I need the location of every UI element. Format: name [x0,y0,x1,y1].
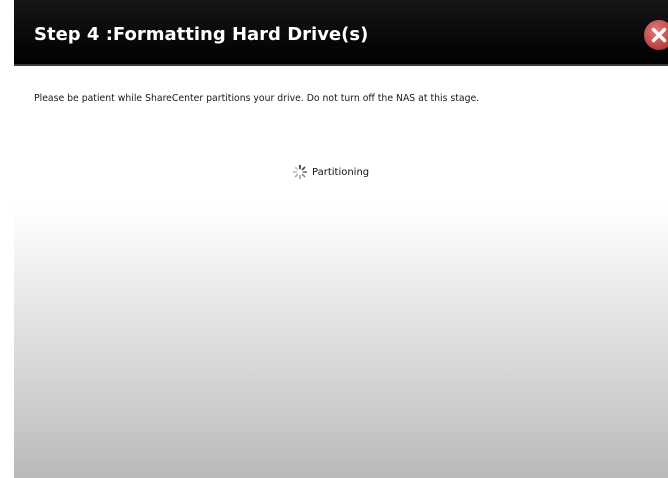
loading-spinner-icon [292,164,308,180]
dialog-title: Step 4 :Formatting Hard Drive(s) [34,24,369,45]
close-icon [651,27,667,43]
close-button[interactable] [644,20,668,50]
instruction-message: Please be patient while ShareCenter part… [34,93,480,104]
status-indicator: Partitioning [292,164,369,180]
status-text: Partitioning [312,166,370,178]
dialog-body: Please be patient while ShareCenter part… [14,66,668,478]
formatting-dialog: Step 4 :Formatting Hard Drive(s) Please … [14,0,668,478]
title-bar: Step 4 :Formatting Hard Drive(s) [14,0,668,66]
